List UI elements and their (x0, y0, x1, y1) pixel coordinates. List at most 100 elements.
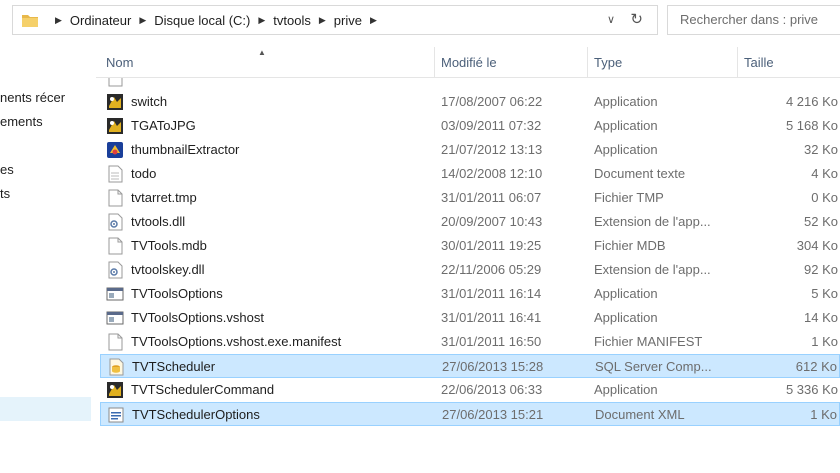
file-name: TGAToJPG (131, 118, 196, 133)
chevron-right-icon[interactable]: ▶ (49, 15, 68, 26)
file-row-partial[interactable] (100, 78, 840, 90)
file-name: TVTSchedulerCommand (131, 382, 275, 397)
breadcrumb-tvtools[interactable]: tvtools (271, 13, 313, 28)
window-app-icon (106, 311, 124, 325)
file-date: 22/06/2013 06:33 (441, 382, 543, 397)
file-type: Application (594, 310, 658, 325)
column-divider[interactable] (587, 47, 588, 77)
file-row[interactable]: TGAToJPG 03/09/2011 07:32 Application 5 168… (100, 114, 840, 138)
file-type: Fichier MDB (594, 238, 666, 253)
chevron-right-icon[interactable]: ▶ (252, 15, 271, 26)
window-app-icon (106, 287, 124, 301)
file-name: tvtoolskey.dll (131, 262, 205, 277)
sort-ascending-icon: ▲ (258, 48, 266, 57)
file-date: 27/06/2013 15:28 (442, 359, 544, 374)
file-name: TVTScheduler (132, 359, 216, 374)
file-name: tvtools.dll (131, 214, 186, 229)
file-list: switch 17/08/2007 06:22 Application 4 216 K… (96, 78, 840, 473)
file-name: TVToolsOptions.vshost (131, 310, 264, 325)
nav-item-documents[interactable]: ts (0, 186, 10, 201)
file-size: 52 Ko (804, 214, 838, 229)
dll-icon (108, 213, 123, 231)
breadcrumb-disque-local[interactable]: Disque local (C:) (152, 13, 252, 28)
navigation-pane: nents récer ements es ts (0, 40, 96, 473)
file-row[interactable]: TVTSchedulerOptions 27/06/2013 15:21 Docum… (100, 402, 840, 426)
file-date: 20/09/2007 10:43 (441, 214, 543, 229)
file-type: Application (594, 382, 658, 397)
nav-item-recent[interactable]: nents récer (0, 90, 65, 105)
column-size[interactable]: Taille (744, 55, 774, 70)
text-document-icon (108, 165, 123, 183)
column-divider[interactable] (737, 47, 738, 77)
nav-item-downloads[interactable]: ements (0, 114, 43, 129)
file-date: 27/06/2013 15:21 (442, 407, 544, 422)
file-type: Fichier MANIFEST (594, 334, 703, 349)
breadcrumb-prive[interactable]: prive (332, 13, 364, 28)
refresh-icon[interactable]: ↻ (630, 10, 643, 28)
file-row[interactable]: switch 17/08/2007 06:22 Application 4 216 K… (100, 90, 840, 114)
app-blue-icon (107, 142, 123, 158)
file-date: 30/01/2011 19:25 (441, 238, 542, 253)
nav-item-libraries[interactable]: es (0, 162, 14, 177)
file-row[interactable]: todo 14/02/2008 12:10 Document texte 4 Ko (100, 162, 840, 186)
file-size: 5 168 Ko (785, 118, 838, 133)
file-size: 304 Ko (796, 238, 838, 253)
file-name: TVToolsOptions.vshost.exe.manifest (131, 334, 342, 349)
nav-item-selected[interactable] (0, 397, 91, 421)
dll-icon (108, 261, 123, 279)
file-date: 14/02/2008 12:10 (441, 166, 543, 181)
file-type: Application (594, 142, 658, 157)
file-type: SQL Server Comp... (595, 359, 712, 374)
file-name: todo (131, 166, 157, 181)
file-type: Document texte (594, 166, 686, 181)
file-row[interactable]: thumbnailExtractor 21/07/2012 13:13 Applic… (100, 138, 840, 162)
file-date: 21/07/2012 13:13 (441, 142, 543, 157)
file-size: 4 Ko (811, 166, 838, 181)
address-bar[interactable]: ▶ Ordinateur ▶ Disque local (C:) ▶ tvtoo… (12, 5, 658, 35)
file-name: tvtarret.tmp (131, 190, 197, 205)
blank-file-icon (108, 333, 123, 351)
chevron-down-icon[interactable]: ∨ (607, 13, 615, 26)
database-file-icon (109, 358, 124, 376)
blank-file-icon (108, 189, 123, 207)
file-date: 03/09/2011 07:32 (441, 118, 542, 133)
file-size: 1 Ko (810, 407, 837, 422)
chevron-right-icon[interactable]: ▶ (364, 15, 383, 26)
file-row[interactable]: TVTSchedulerCommand 22/06/2013 06:33 Appli… (100, 378, 840, 402)
file-type: Application (594, 286, 658, 301)
file-name: TVToolsOptions (131, 286, 223, 301)
file-type: Extension de l'app... (594, 214, 711, 229)
search-input[interactable]: Rechercher dans : prive (667, 5, 840, 35)
file-row[interactable]: tvtarret.tmp 31/01/2011 06:07 Fichier TMP 0… (100, 186, 840, 210)
file-row[interactable]: TVToolsOptions.vshost 31/01/2011 16:41 App… (100, 306, 840, 330)
file-size: 0 Ko (811, 190, 838, 205)
file-size: 5 Ko (811, 286, 838, 301)
file-row[interactable]: TVToolsOptions 31/01/2011 16:14 Applicatio… (100, 282, 840, 306)
file-size: 4 216 Ko (785, 94, 838, 109)
app-colorful-icon (107, 118, 123, 134)
column-type[interactable]: Type (594, 55, 622, 70)
file-type: Application (594, 94, 658, 109)
file-size: 92 Ko (804, 262, 838, 277)
file-type: Extension de l'app... (594, 262, 711, 277)
file-date: 22/11/2006 05:29 (441, 262, 542, 277)
file-row[interactable]: tvtools.dll 20/09/2007 10:43 Extension de … (100, 210, 840, 234)
file-row[interactable]: TVTools.mdb 30/01/2011 19:25 Fichier MDB 30… (100, 234, 840, 258)
breadcrumb-ordinateur[interactable]: Ordinateur (68, 13, 133, 28)
file-row[interactable]: TVToolsOptions.vshost.exe.manifest 31/01/… (100, 330, 840, 354)
column-date[interactable]: Modifié le (441, 55, 497, 70)
search-placeholder: Rechercher dans : prive (680, 12, 819, 27)
column-divider[interactable] (434, 47, 435, 77)
blank-file-icon (108, 237, 123, 255)
column-name[interactable]: Nom (106, 55, 133, 70)
chevron-right-icon[interactable]: ▶ (133, 15, 152, 26)
folder-icon (22, 15, 38, 27)
file-row[interactable]: tvtoolskey.dll 22/11/2006 05:29 Extension … (100, 258, 840, 282)
file-type: Document XML (595, 407, 685, 422)
file-row[interactable]: TVTScheduler 27/06/2013 15:28 SQL Server C… (100, 354, 840, 378)
file-size: 5 336 Ko (785, 382, 838, 397)
chevron-right-icon[interactable]: ▶ (313, 15, 332, 26)
breadcrumb: ▶ Ordinateur ▶ Disque local (C:) ▶ tvtoo… (49, 6, 383, 34)
file-size: 612 Ko (795, 359, 837, 374)
file-size: 1 Ko (811, 334, 838, 349)
